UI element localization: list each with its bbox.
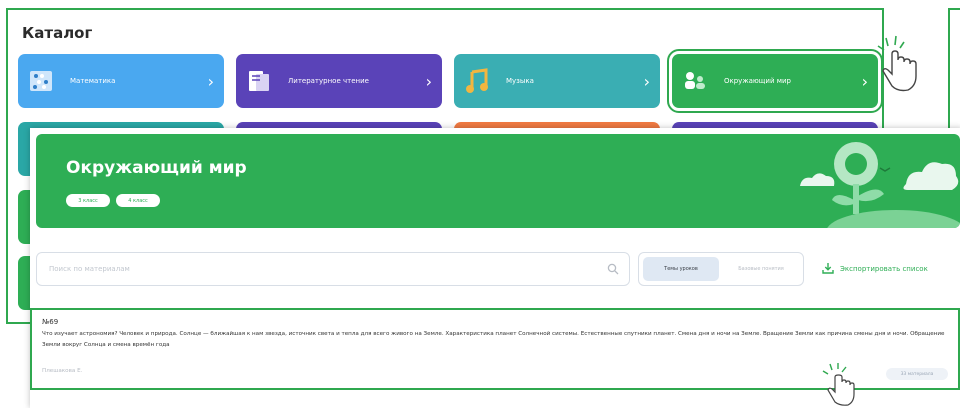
chevron-right-icon: › xyxy=(861,71,868,91)
nature-illustration-icon xyxy=(800,142,960,228)
chevron-right-icon: › xyxy=(643,71,650,91)
view-toggle: Темы уроков Базовые понятия xyxy=(638,252,804,286)
export-button[interactable]: Экспортировать список xyxy=(822,262,928,276)
tab-concepts[interactable]: Базовые понятия xyxy=(723,257,799,281)
tile-world[interactable]: Окружающий мир › xyxy=(667,49,883,113)
grade-chip-4[interactable]: 4 класс xyxy=(116,194,160,207)
abacus-icon xyxy=(28,68,54,94)
search-icon[interactable] xyxy=(607,260,619,279)
tile-math[interactable]: Математика › xyxy=(18,54,224,108)
materials-badge[interactable]: 33 материала xyxy=(886,368,948,380)
subject-banner: Окружающий мир 3 класс 4 класс xyxy=(36,134,960,228)
item-author: Плешакова Е. xyxy=(42,368,83,374)
grade-chip-3[interactable]: 3 класс xyxy=(66,194,110,207)
item-number: №69 xyxy=(42,318,59,326)
people-nature-icon xyxy=(682,68,708,94)
tile-label: Математика xyxy=(70,77,116,85)
tile-label: Окружающий мир xyxy=(724,77,792,85)
pointer-hand-icon xyxy=(877,35,917,92)
tab-topics[interactable]: Темы уроков xyxy=(643,257,719,281)
chevron-right-icon: › xyxy=(207,71,214,91)
book-icon xyxy=(246,68,272,94)
export-label: Экспортировать список xyxy=(840,265,928,273)
chevron-right-icon: › xyxy=(425,71,432,91)
download-icon xyxy=(822,262,834,276)
item-description: Что изучает астрономия? Человек и природ… xyxy=(42,331,945,348)
tile-literature[interactable]: Литературное чтение › xyxy=(236,54,442,108)
search-box[interactable] xyxy=(36,252,630,286)
catalog-title: Каталог xyxy=(22,24,93,42)
search-input[interactable] xyxy=(47,264,607,274)
page-title: Окружающий мир xyxy=(66,158,247,178)
tile-music[interactable]: Музыка › xyxy=(454,54,660,108)
tile-label: Музыка xyxy=(506,77,534,85)
tile-label: Литературное чтение xyxy=(288,77,369,85)
pointer-hand-icon xyxy=(822,363,855,406)
music-note-icon xyxy=(464,68,490,94)
